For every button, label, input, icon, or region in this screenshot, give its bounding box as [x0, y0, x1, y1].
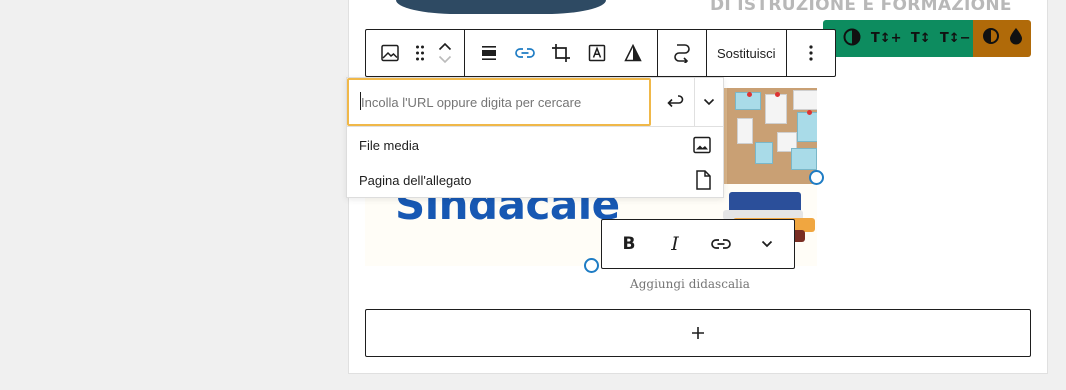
- suggestion-attachment-page[interactable]: Pagina dell'allegato: [347, 162, 723, 198]
- image-caption[interactable]: Aggiungi didascalia: [365, 277, 1031, 291]
- options-group: [787, 30, 835, 76]
- align-icon[interactable]: [471, 30, 507, 76]
- banner-graphic: [396, 0, 606, 14]
- url-input-wrapper: [347, 78, 651, 126]
- caption-placeholder: Aggiungi didascalia: [630, 277, 750, 291]
- block-switcher-group: [366, 30, 465, 76]
- half-contrast-icon[interactable]: [982, 27, 1000, 50]
- link-button[interactable]: [698, 220, 744, 268]
- chevron-down-icon: [761, 240, 773, 248]
- media-replace-group: [658, 30, 707, 76]
- text-increase-icon[interactable]: T↕+: [869, 31, 904, 46]
- chevron-down-icon: [703, 98, 715, 106]
- plus-icon: [692, 327, 704, 339]
- url-search-input[interactable]: [361, 94, 637, 110]
- block-toolbar: Sostituisci: [365, 29, 836, 77]
- format-toolbar: B I: [601, 219, 795, 269]
- block-mover: [432, 30, 458, 76]
- accessibility-text-group: T↕+ T↕ T↕−: [823, 20, 973, 57]
- move-up-icon[interactable]: [438, 42, 452, 51]
- move-down-icon[interactable]: [438, 55, 452, 64]
- accessibility-color-group: [973, 20, 1031, 57]
- text-overlay-icon[interactable]: [579, 30, 615, 76]
- crop-icon[interactable]: [543, 30, 579, 76]
- duotone-filter-icon[interactable]: [615, 30, 651, 76]
- more-options-icon[interactable]: [789, 30, 833, 76]
- more-formats-button[interactable]: [744, 220, 790, 268]
- image-block-icon[interactable]: [372, 30, 408, 76]
- replace-button[interactable]: Sostituisci: [711, 30, 782, 76]
- image-tools-group: [465, 30, 658, 76]
- suggestion-label: Pagina dell'allegato: [359, 172, 472, 188]
- drag-handle-icon[interactable]: [408, 30, 432, 76]
- accessibility-toolbar: T↕+ T↕ T↕−: [823, 20, 1031, 57]
- corkboard-illustration: [721, 88, 817, 184]
- link-icon[interactable]: [507, 30, 543, 76]
- ink-drop-icon[interactable]: [1009, 27, 1023, 50]
- add-block-button[interactable]: [365, 309, 1031, 357]
- replace-flow-icon[interactable]: [664, 30, 700, 76]
- text-decrease-icon[interactable]: T↕−: [938, 31, 973, 46]
- contrast-circle-icon[interactable]: [835, 28, 869, 50]
- text-caret: [360, 92, 361, 110]
- resize-handle-bottom[interactable]: [584, 258, 599, 273]
- link-icon: [711, 239, 731, 249]
- link-settings-toggle[interactable]: [693, 78, 725, 126]
- suggestion-media-file[interactable]: File media: [347, 127, 723, 163]
- resize-handle-right[interactable]: [809, 170, 824, 185]
- text-line-height-icon[interactable]: T↕: [904, 31, 938, 46]
- banner-text: DI ISTRUZIONE E FORMAZIONE: [710, 0, 1012, 15]
- link-popover: File media Pagina dell'allegato: [346, 77, 724, 198]
- page-document-icon: [696, 170, 711, 190]
- suggestion-label: File media: [359, 137, 419, 153]
- enter-return-icon: [666, 95, 683, 108]
- italic-button[interactable]: I: [652, 220, 698, 268]
- submit-link-button[interactable]: [655, 78, 695, 126]
- bold-button[interactable]: B: [606, 220, 652, 268]
- media-image-icon: [693, 136, 711, 154]
- replace-group: Sostituisci: [707, 30, 787, 76]
